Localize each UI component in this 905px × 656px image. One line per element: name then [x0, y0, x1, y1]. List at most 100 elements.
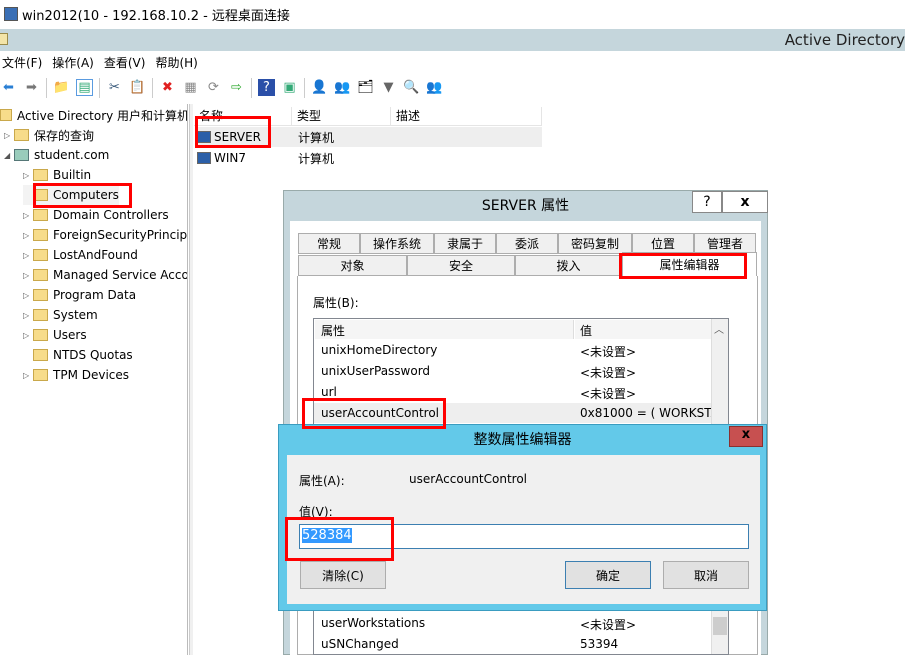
tree-label: TPM Devices	[53, 368, 130, 382]
tab-general[interactable]: 常规	[298, 233, 360, 254]
tree-system[interactable]: ▷ System	[23, 305, 98, 325]
attr-name: unixHomeDirectory	[321, 343, 438, 357]
new-ou-icon[interactable]: 🗂	[357, 79, 374, 96]
tree-label: Program Data	[53, 288, 137, 302]
delete-icon[interactable]: ✖	[159, 79, 176, 96]
col-attribute[interactable]: 属性	[315, 320, 574, 339]
ok-button[interactable]: 确定	[565, 561, 651, 589]
tree-label: LostAndFound	[53, 248, 138, 262]
highlight-value	[285, 517, 394, 561]
attr-row[interactable]: unixUserPassword <未设置>	[314, 361, 712, 381]
tab-member-of[interactable]: 隶属于	[434, 233, 496, 254]
export-icon[interactable]: ⇨	[228, 79, 245, 96]
tree-managed-service[interactable]: ▷Managed Service Accounts	[23, 265, 188, 285]
highlight-attribute-editor-tab	[619, 253, 747, 279]
mmc-title: Active Directory	[784, 31, 905, 49]
tab-password-replication[interactable]: 密码复制	[558, 233, 632, 254]
tree-root[interactable]: Active Directory 用户和计算机	[0, 105, 188, 125]
menu-action[interactable]: 操作(A)	[50, 52, 102, 72]
tree-ntds-quotas[interactable]: NTDS Quotas	[23, 345, 133, 365]
attributes-label: 属性(B):	[313, 296, 359, 310]
forward-icon[interactable]: ➡	[23, 79, 40, 96]
tab-location[interactable]: 位置	[632, 233, 694, 254]
tab-security[interactable]: 安全	[407, 255, 515, 276]
tree-tpm-devices[interactable]: ▷ TPM Devices	[23, 365, 129, 385]
app-icon	[0, 33, 8, 45]
paste-icon[interactable]: 📋	[129, 79, 146, 96]
tree-label: 保存的查询	[34, 128, 95, 143]
highlight-useraccountcontrol	[302, 398, 446, 429]
tree-domain[interactable]: ◢ student.com	[4, 145, 109, 165]
attr-row[interactable]: userWorkstations <未设置>	[314, 613, 712, 633]
back-icon[interactable]: ⬅	[0, 79, 17, 96]
tree-program-data[interactable]: ▷ Program Data	[23, 285, 136, 305]
tab-managed-by[interactable]: 管理者	[694, 233, 756, 254]
action-pane-icon[interactable]: ▣	[281, 79, 298, 96]
col-desc[interactable]: 描述	[391, 107, 542, 126]
pane-splitter[interactable]	[189, 104, 193, 655]
tree-label: NTDS Quotas	[53, 348, 133, 362]
scroll-thumb[interactable]	[713, 617, 727, 635]
tree-label: student.com	[34, 148, 110, 162]
help-button[interactable]: ?	[692, 191, 722, 213]
refresh-icon[interactable]: ⟳	[205, 79, 222, 96]
attr-value: <未设置>	[580, 345, 637, 359]
cut-icon[interactable]: ✂	[106, 79, 123, 96]
item-name: WIN7	[214, 151, 247, 165]
tree-label: Builtin	[53, 168, 92, 182]
cancel-button[interactable]: 取消	[663, 561, 749, 589]
close-button[interactable]: x	[722, 191, 768, 213]
properties-icon[interactable]: ▦	[182, 79, 199, 96]
col-value[interactable]: 值	[575, 320, 711, 339]
up-folder-icon[interactable]: 📁	[53, 79, 70, 96]
tree-users[interactable]: ▷ Users	[23, 325, 87, 345]
menu-file[interactable]: 文件(F)	[0, 52, 50, 72]
attr-value: 53394	[580, 637, 619, 651]
clear-button[interactable]: 清除(C)	[300, 561, 386, 589]
add-to-group-icon[interactable]: 👥	[426, 79, 443, 96]
tree-label: System	[53, 308, 98, 322]
mmc-title-bar: Active Directory	[0, 29, 905, 51]
tab-delegation[interactable]: 委派	[496, 233, 558, 254]
filter-icon[interactable]: ▼	[380, 79, 397, 96]
toolbar: ⬅ ➡ 📁 ▤ ✂ 📋 ✖ ▦ ⟳ ⇨ ? ▣ 👤 👥 🗂 ▼ 🔍 👥	[0, 74, 905, 101]
new-group-icon[interactable]: 👥	[334, 79, 351, 96]
tab-object[interactable]: 对象	[298, 255, 407, 276]
menu-help[interactable]: 帮助(H)	[153, 52, 205, 72]
tree-label: Domain Controllers	[53, 208, 169, 222]
computer-icon	[197, 152, 211, 164]
tab-dial-in[interactable]: 拨入	[515, 255, 622, 276]
scroll-up-icon[interactable]: ︿	[714, 321, 724, 336]
tree-saved-queries[interactable]: ▷ 保存的查询	[4, 125, 94, 145]
tree-lost-and-found[interactable]: ▷ LostAndFound	[23, 245, 138, 265]
tree-builtin[interactable]: ▷ Builtin	[23, 165, 91, 185]
col-type[interactable]: 类型	[292, 107, 391, 126]
tab-os[interactable]: 操作系统	[360, 233, 434, 254]
rdp-title: win2012(10 - 192.168.10.2 - 远程桌面连接	[22, 8, 290, 24]
attr-row[interactable]: unixHomeDirectory <未设置>	[314, 340, 712, 360]
menu-view[interactable]: 查看(V)	[102, 52, 154, 72]
tree-foreign-security[interactable]: ▷ForeignSecurityPrincipals	[23, 225, 188, 245]
attr-name: unixUserPassword	[321, 364, 431, 378]
tree-label: Managed Service Accounts	[53, 268, 188, 282]
new-user-icon[interactable]: 👤	[311, 79, 328, 96]
show-tree-icon[interactable]: ▤	[76, 79, 93, 96]
attr-name: url	[321, 385, 337, 399]
attr-value: <未设置>	[580, 387, 637, 401]
tree-label: ForeignSecurityPrincipals	[53, 228, 188, 242]
attr-value: 0x81000 = ( WORKSTATION_TRUST_ACCOUNT | …	[580, 406, 712, 420]
close-button[interactable]: x	[729, 426, 763, 447]
tree-domain-controllers[interactable]: ▷ Domain Controllers	[23, 205, 169, 225]
help-icon[interactable]: ?	[258, 79, 275, 96]
attribute-value: userAccountControl	[409, 472, 528, 486]
attr-value: <未设置>	[580, 366, 637, 380]
find-icon[interactable]: 🔍	[403, 79, 420, 96]
list-item[interactable]: WIN7 计算机	[197, 148, 542, 168]
attr-value: <未设置>	[580, 618, 637, 632]
attr-row[interactable]: uSNChanged 53394	[314, 634, 712, 654]
tree-label: Active Directory 用户和计算机	[17, 108, 188, 123]
highlight-computers	[33, 183, 132, 208]
tree-label: Users	[53, 328, 87, 342]
highlight-server	[195, 116, 271, 148]
item-type: 计算机	[298, 151, 335, 166]
